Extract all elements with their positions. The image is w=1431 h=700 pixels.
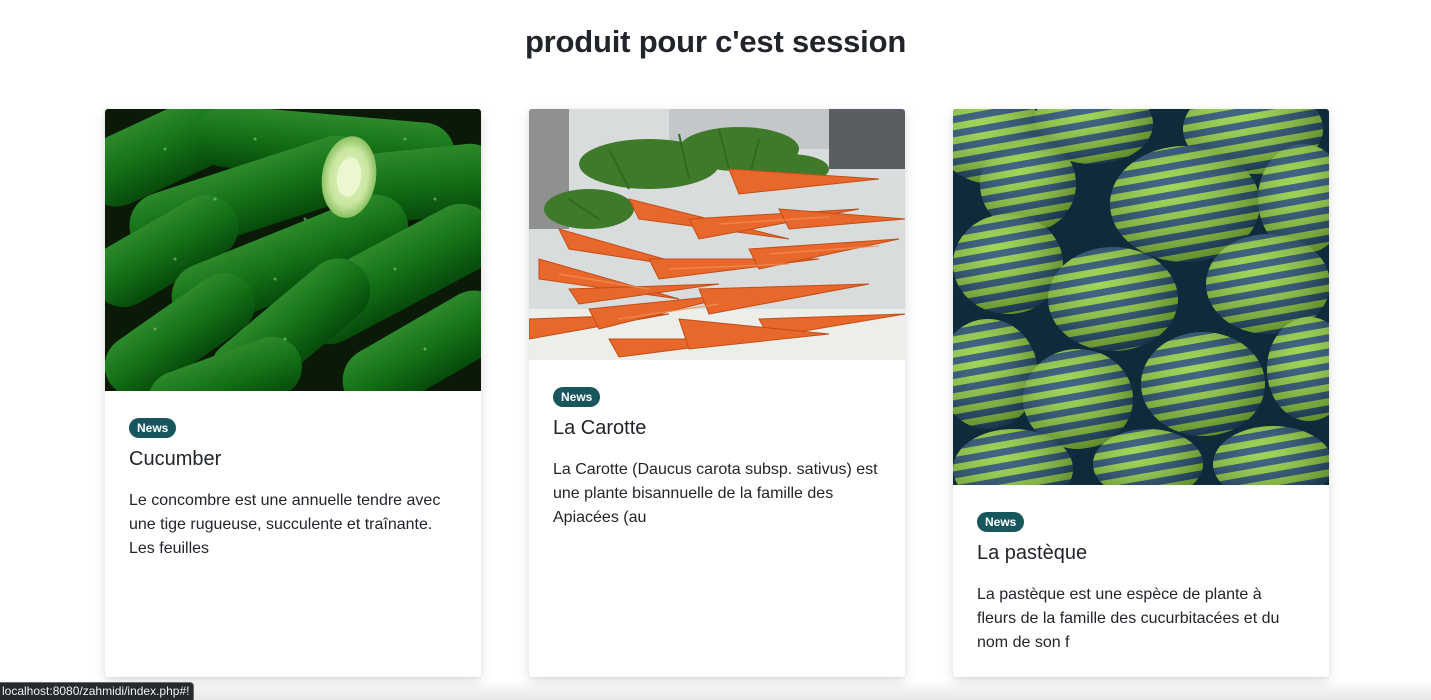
card-text: La pastèque est une espèce de plante à f…	[977, 586, 1280, 651]
card-title: Cucumber	[129, 448, 222, 470]
card-body: News La Carotte La Carotte (Daucus carot…	[529, 360, 905, 530]
product-card-carotte[interactable]: News La Carotte La Carotte (Daucus carot…	[529, 109, 905, 677]
product-card-cucumber[interactable]: News Cucumber Le concombre est une annue…	[105, 109, 481, 677]
card-text: La Carotte (Daucus carota subsp. sativus…	[553, 461, 878, 526]
card-text: Le concombre est une annuelle tendre ave…	[129, 492, 441, 557]
card-title: La pastèque	[977, 542, 1088, 564]
news-badge: News	[977, 512, 1025, 532]
status-bar-url: localhost:8080/zahmidi/index.php#!	[0, 682, 195, 700]
watermelon-image	[953, 109, 1329, 485]
card-title: La Carotte	[553, 417, 647, 439]
cucumber-image	[105, 109, 481, 391]
news-badge: News	[129, 418, 177, 438]
page: produit pour c'est session News Cucumber…	[0, 0, 1431, 700]
card-body: News Cucumber Le concombre est une annue…	[105, 391, 481, 561]
news-badge: News	[553, 387, 601, 407]
page-title: produit pour c'est session	[524, 24, 907, 59]
bottom-shade	[0, 680, 1431, 700]
product-card-pasteque[interactable]: News La pastèque La pastèque est une esp…	[953, 109, 1329, 677]
card-body: News La pastèque La pastèque est une esp…	[953, 485, 1329, 655]
carrot-image	[529, 109, 905, 360]
